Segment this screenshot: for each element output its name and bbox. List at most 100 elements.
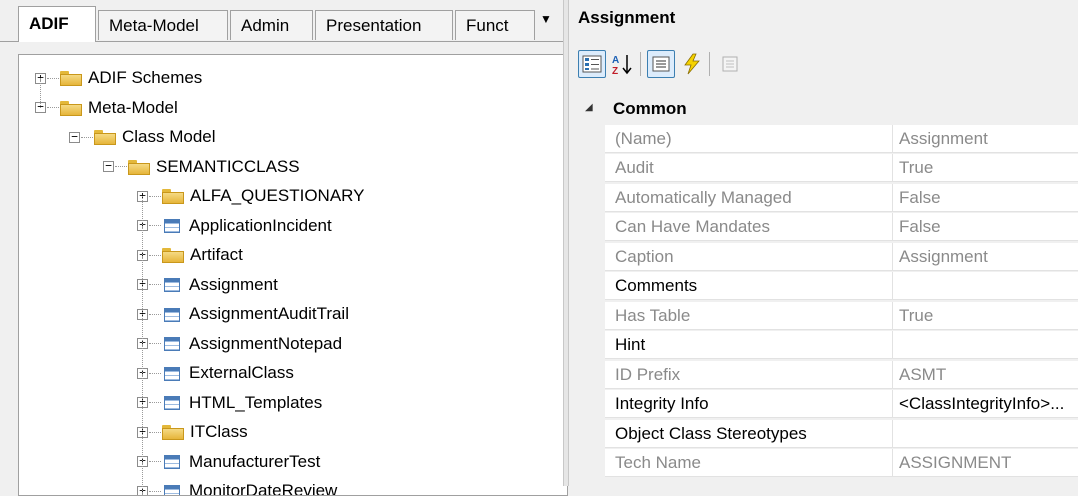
property-row[interactable]: Tech NameASSIGNMENT — [569, 449, 1078, 478]
collapse-icon[interactable]: − — [103, 161, 114, 172]
tab-overflow-dropdown-icon[interactable]: ▼ — [538, 12, 554, 32]
tree-node-label: ManufacturerTest — [189, 452, 320, 472]
toolbar-separator — [640, 52, 641, 76]
property-row[interactable]: Comments — [569, 272, 1078, 301]
property-pages-icon[interactable] — [716, 50, 744, 78]
property-name: Automatically Managed — [605, 184, 892, 212]
tree-node[interactable]: +AssignmentAuditTrail — [137, 301, 349, 327]
property-value[interactable] — [892, 420, 1078, 448]
row-gutter — [569, 331, 605, 360]
property-value[interactable]: False — [892, 213, 1078, 241]
property-value[interactable]: <ClassIntegrityInfo>... — [892, 390, 1078, 418]
row-gutter — [569, 213, 605, 242]
row-gutter — [569, 361, 605, 390]
tree-node[interactable]: +ExternalClass — [137, 360, 294, 386]
property-name: (Name) — [605, 125, 892, 153]
row-gutter — [569, 302, 605, 331]
tree-connector — [47, 78, 59, 79]
tree-node[interactable]: +ADIF Schemes — [35, 65, 202, 91]
row-gutter — [569, 125, 605, 154]
property-row[interactable]: Object Class Stereotypes — [569, 420, 1078, 449]
tree-node[interactable]: − SEMANTICCLASS — [103, 154, 300, 180]
table-icon — [164, 485, 180, 496]
tab-adif[interactable]: ADIF — [18, 6, 96, 42]
tree-node[interactable]: − Class Model — [69, 124, 216, 150]
tree-connector — [149, 255, 161, 256]
tree-node[interactable]: +HTML_Templates — [137, 390, 322, 416]
property-row[interactable]: CaptionAssignment — [569, 243, 1078, 272]
tree-node-label: Artifact — [190, 245, 243, 265]
folder-icon — [128, 159, 150, 175]
tree-node[interactable]: +ALFA_QUESTIONARY — [137, 183, 364, 209]
toolbar-separator — [709, 52, 710, 76]
property-row[interactable]: ID PrefixASMT — [569, 361, 1078, 390]
tree-connector — [47, 107, 59, 108]
tree-node[interactable]: +ApplicationIncident — [137, 213, 332, 239]
properties-icon[interactable] — [647, 50, 675, 78]
property-value[interactable]: Assignment — [892, 125, 1078, 153]
tree-node-label: AssignmentNotepad — [189, 334, 342, 354]
tree-node[interactable]: +Assignment — [137, 272, 278, 298]
tree-node-label: SEMANTICCLASS — [156, 157, 300, 177]
tree-connector — [149, 196, 161, 197]
explorer-pane: ADIF Meta-Model Admin Presentation Funct… — [0, 0, 563, 486]
property-row[interactable]: Has TableTrue — [569, 302, 1078, 331]
property-value[interactable]: ASMT — [892, 361, 1078, 389]
tree-view[interactable]: +ADIF Schemes −Meta-Model − Class Model − SEM… — [18, 54, 568, 496]
property-value[interactable] — [892, 331, 1078, 359]
events-icon[interactable] — [678, 50, 706, 78]
property-name: Audit — [605, 154, 892, 182]
property-row[interactable]: Hint — [569, 331, 1078, 360]
property-value[interactable]: True — [892, 302, 1078, 330]
tree-connector — [149, 314, 161, 315]
tree-node-label: Class Model — [122, 127, 216, 147]
property-value[interactable]: ASSIGNMENT — [892, 449, 1078, 477]
tree-node[interactable]: +Artifact — [137, 242, 243, 268]
property-name: Integrity Info — [605, 390, 892, 418]
property-name: Comments — [605, 272, 892, 300]
tab-presentation[interactable]: Presentation — [315, 10, 453, 40]
folder-icon — [162, 247, 184, 263]
property-row[interactable]: AuditTrue — [569, 154, 1078, 183]
table-icon — [164, 337, 180, 351]
tree-node-label: ExternalClass — [189, 363, 294, 383]
row-gutter — [569, 243, 605, 272]
tree-node[interactable]: +MonitorDateReview — [137, 478, 337, 496]
properties-title: Assignment — [578, 8, 675, 28]
property-row[interactable]: Can Have MandatesFalse — [569, 213, 1078, 242]
property-value[interactable]: True — [892, 154, 1078, 182]
tab-strip: ADIF Meta-Model Admin Presentation Funct… — [0, 0, 563, 42]
tab-funct[interactable]: Funct — [455, 10, 535, 40]
category-row[interactable]: ◢ Common — [569, 95, 1078, 124]
table-icon — [164, 278, 180, 292]
row-gutter — [569, 390, 605, 419]
collapse-icon[interactable]: − — [69, 132, 80, 143]
tree-node[interactable]: −Meta-Model — [35, 95, 178, 121]
collapse-arrow-icon[interactable]: ◢ — [585, 102, 593, 113]
row-gutter — [569, 449, 605, 478]
property-name: Caption — [605, 243, 892, 271]
tree-node[interactable]: +ManufacturerTest — [137, 449, 320, 475]
property-value[interactable] — [892, 272, 1078, 300]
tree-connector — [149, 461, 161, 462]
property-value[interactable]: False — [892, 184, 1078, 212]
row-gutter — [569, 154, 605, 183]
tree-connector — [149, 491, 161, 492]
table-icon — [164, 219, 180, 233]
tab-meta-model[interactable]: Meta-Model — [98, 10, 228, 40]
tree-node-label: ADIF Schemes — [88, 68, 202, 88]
alphabetical-icon[interactable]: AZ — [609, 50, 637, 78]
tree-node-label: Meta-Model — [88, 98, 178, 118]
property-value[interactable]: Assignment — [892, 243, 1078, 271]
tree-connector — [149, 373, 161, 374]
tree-connector — [81, 137, 93, 138]
property-row[interactable]: (Name)Assignment — [569, 125, 1078, 154]
categorized-icon[interactable] — [578, 50, 606, 78]
category-label: Common — [613, 99, 687, 119]
property-row[interactable]: Automatically ManagedFalse — [569, 184, 1078, 213]
property-row[interactable]: Integrity Info<ClassIntegrityInfo>... — [569, 390, 1078, 419]
tree-node-label: HTML_Templates — [189, 393, 322, 413]
tree-node[interactable]: +ITClass — [137, 419, 248, 445]
tree-node[interactable]: +AssignmentNotepad — [137, 331, 342, 357]
tab-admin[interactable]: Admin — [230, 10, 313, 40]
